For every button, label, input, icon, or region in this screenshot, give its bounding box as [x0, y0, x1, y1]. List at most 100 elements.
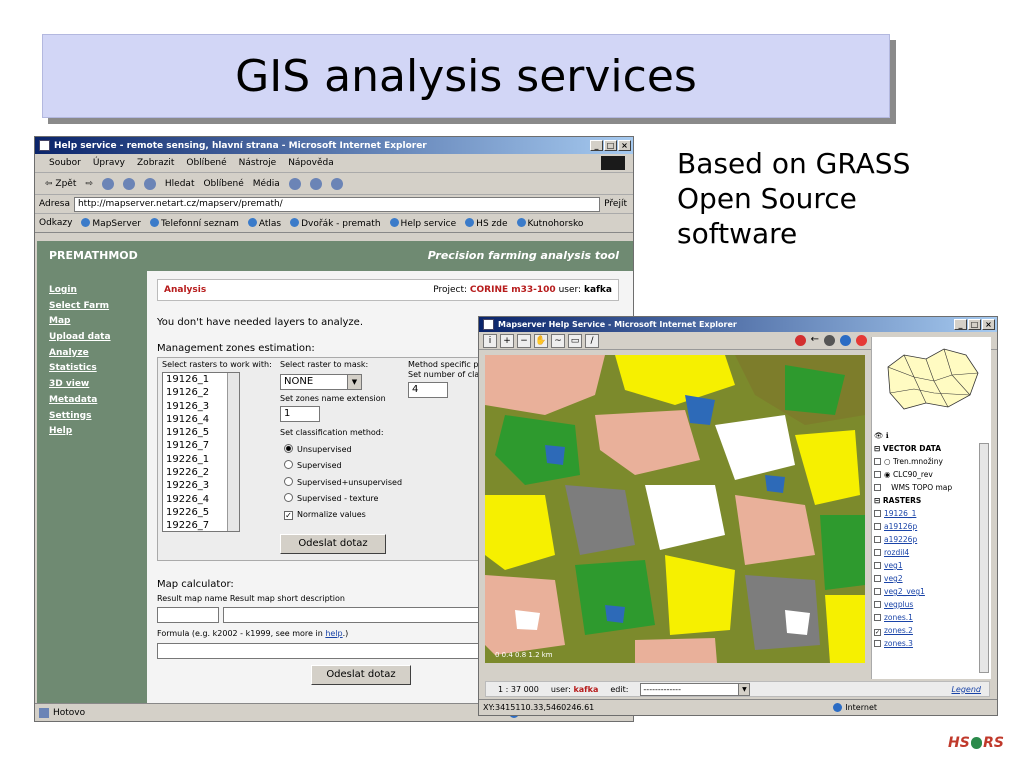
raster-listbox[interactable]: 19126_1 19126_2 19126_3 19126_4 19126_5 …	[162, 372, 240, 532]
target-icon[interactable]	[794, 335, 806, 346]
print-icon[interactable]	[330, 177, 343, 190]
measure-icon[interactable]: ~	[551, 333, 565, 348]
submit-calc-button[interactable]: Odeslat dotaz	[311, 665, 411, 685]
maximize-button[interactable]: □	[604, 140, 617, 151]
stop-icon[interactable]	[101, 177, 114, 190]
link-hs-zde[interactable]: HS zde	[465, 217, 508, 229]
chevron-down-icon[interactable]: ▼	[347, 375, 361, 389]
menu-nastroje[interactable]: Nástroje	[239, 158, 277, 168]
landcover-map[interactable]	[485, 355, 865, 663]
link-dvorak[interactable]: Dvořák - premath	[290, 217, 381, 229]
link-atlas[interactable]: Atlas	[247, 217, 281, 229]
layer-raster[interactable]: zones.3	[874, 637, 978, 650]
nav-settings[interactable]: Settings	[37, 411, 147, 427]
link-help-service[interactable]: Help service	[389, 217, 456, 229]
info-icon[interactable]: i	[483, 333, 497, 348]
menu-oblibene[interactable]: Oblíbené	[186, 158, 226, 168]
nav-map[interactable]: Map	[37, 316, 147, 332]
forward-arrow-icon[interactable]: ⇨	[85, 179, 93, 189]
nav-3d-view[interactable]: 3D view	[37, 379, 147, 395]
layer-raster[interactable]: a19126p	[874, 520, 978, 533]
menu-upravy[interactable]: Úpravy	[93, 158, 125, 168]
layer-raster[interactable]: ✓ zones.2	[874, 624, 978, 637]
menu-soubor[interactable]: Soubor	[49, 158, 81, 168]
layer-raster[interactable]: vegplus	[874, 598, 978, 611]
layer-raster[interactable]: zones.1	[874, 611, 978, 624]
submit-button[interactable]: Odeslat dotaz	[280, 534, 386, 554]
num-classes-input[interactable]: 4	[408, 382, 448, 398]
link-kutnohorsko[interactable]: Kutnohorsko	[516, 217, 583, 229]
chevron-down-icon[interactable]: ▼	[738, 683, 750, 695]
mapserver-window: Mapserver Help Service - Microsoft Inter…	[478, 316, 998, 716]
nav-upload-data[interactable]: Upload data	[37, 332, 147, 348]
zoom-in-icon[interactable]: +	[500, 333, 514, 348]
link-telefonni-seznam[interactable]: Telefonní seznam	[149, 217, 239, 229]
refresh-icon[interactable]	[856, 335, 867, 346]
radio-unsupervised[interactable]: Unsupervised	[284, 444, 352, 454]
help-link[interactable]: help	[325, 629, 342, 638]
mz-panel: Select rasters to work with: 19126_1 191…	[157, 357, 517, 561]
layer-panel-scrollbar[interactable]	[979, 443, 989, 673]
radio-supervised[interactable]: Supervised	[284, 460, 342, 470]
layer-raster[interactable]: veg1	[874, 559, 978, 572]
search-button[interactable]: Hledat	[165, 179, 195, 189]
zoom-out-icon[interactable]: −	[517, 333, 531, 348]
layer-wms-topo[interactable]: WMS TOPO map	[874, 481, 978, 494]
address-input[interactable]: http://mapserver.netart.cz/mapserv/prema…	[73, 196, 601, 212]
menu-zobrazit[interactable]: Zobrazit	[137, 158, 174, 168]
nav-login[interactable]: Login	[37, 285, 147, 301]
menu-napoveda[interactable]: Nápověda	[288, 158, 334, 168]
layer-raster[interactable]: veg2_veg1	[874, 585, 978, 598]
edit-label: edit:	[610, 684, 629, 694]
radio-supervised-unsupervised[interactable]: Supervised+unsupervised	[284, 477, 402, 487]
legend-link[interactable]: Legend	[951, 685, 981, 694]
overview-map[interactable]	[874, 337, 986, 429]
back-button[interactable]: ⇦ Zpět	[45, 179, 76, 189]
edit-select[interactable]: ------------- ▼	[640, 682, 751, 696]
home-icon[interactable]	[143, 177, 156, 190]
refresh-icon[interactable]	[122, 177, 135, 190]
layer-tren-mnoziny[interactable]: ○ Tren.množiny	[874, 455, 978, 468]
layer-raster[interactable]: 19126_1	[874, 507, 978, 520]
radio-supervised-texture[interactable]: Supervised - texture	[284, 493, 378, 503]
nav-help[interactable]: Help	[37, 426, 147, 442]
nav-select-farm[interactable]: Select Farm	[37, 301, 147, 317]
result-description-input[interactable]	[223, 607, 483, 623]
pan-hand-icon[interactable]: ✋	[534, 333, 548, 348]
media-button[interactable]: Média	[253, 179, 280, 189]
print-icon[interactable]	[824, 335, 835, 346]
favorites-button[interactable]: Oblíbené	[203, 179, 243, 189]
result-name-input[interactable]	[157, 607, 219, 623]
history-icon[interactable]	[288, 177, 301, 190]
mail-icon[interactable]	[309, 177, 322, 190]
formula-input[interactable]	[157, 643, 483, 659]
layer-clc90-rev[interactable]: ◉ CLC90_rev	[874, 468, 978, 481]
extension-input[interactable]: 1	[280, 406, 320, 422]
close-button[interactable]: ×	[982, 319, 995, 330]
nav-analyze[interactable]: Analyze	[37, 348, 147, 364]
rasters-header[interactable]: ⊟ RASTERS	[874, 494, 978, 507]
full-extent-icon[interactable]: ▭	[568, 333, 582, 348]
map-view[interactable]	[485, 355, 865, 663]
normalize-checkbox[interactable]: ✓ Normalize values	[284, 510, 366, 520]
mask-select[interactable]: NONE ▼	[280, 374, 362, 390]
minimize-button[interactable]: _	[954, 319, 967, 330]
layer-raster[interactable]: rozdil4	[874, 546, 978, 559]
pencil-icon[interactable]: /	[585, 333, 599, 348]
nav-statistics[interactable]: Statistics	[37, 363, 147, 379]
globe-icon[interactable]	[840, 335, 851, 346]
layer-raster[interactable]: a19226p	[874, 533, 978, 546]
layer-raster[interactable]: veg2	[874, 572, 978, 585]
go-button[interactable]: Přejít	[604, 199, 627, 209]
mapserver-titlebar[interactable]: Mapserver Help Service - Microsoft Inter…	[479, 317, 997, 332]
listbox-scrollbar[interactable]	[227, 373, 239, 531]
maximize-button[interactable]: □	[968, 319, 981, 330]
address-label: Adresa	[39, 199, 70, 209]
back-arrow-icon[interactable]: ←	[811, 335, 819, 346]
window-titlebar[interactable]: Help service - remote sensing, hlavní st…	[35, 137, 633, 154]
vector-data-header[interactable]: ⊟ VECTOR DATA	[874, 442, 978, 455]
nav-metadata[interactable]: Metadata	[37, 395, 147, 411]
link-mapserver[interactable]: MapServer	[81, 217, 141, 229]
minimize-button[interactable]: _	[590, 140, 603, 151]
close-button[interactable]: ×	[618, 140, 631, 151]
